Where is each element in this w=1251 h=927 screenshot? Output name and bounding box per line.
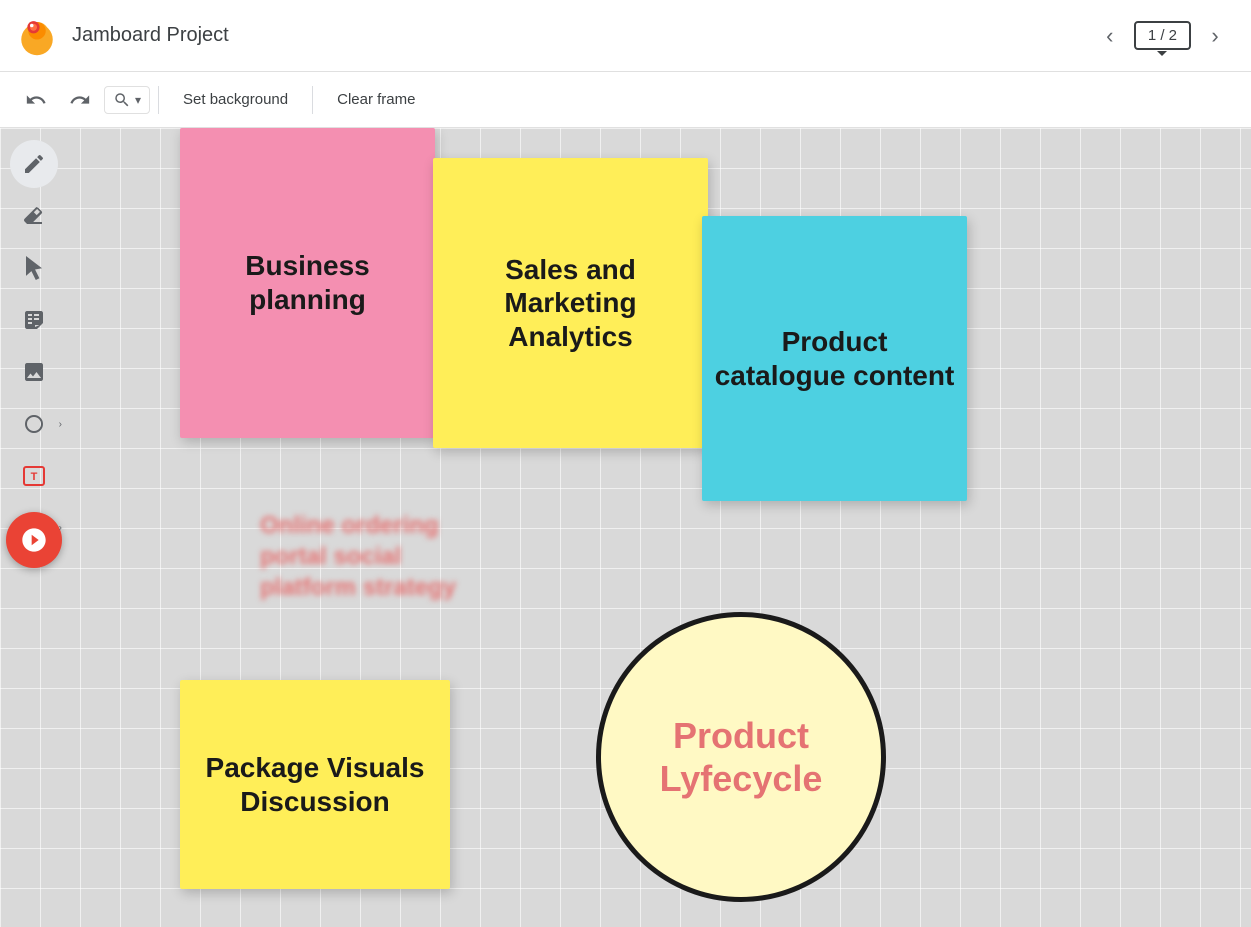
select-tool-button[interactable] — [10, 244, 58, 292]
eraser-tool-button[interactable] — [10, 192, 58, 240]
note-text-sales-marketing: Sales and Marketing Analytics — [445, 253, 696, 354]
zoom-dropdown-arrow: ▾ — [135, 93, 141, 107]
pen-tool-button[interactable]: › — [10, 140, 58, 188]
note-text-business-planning: Business planning — [192, 249, 423, 316]
prev-frame-button[interactable]: ‹ — [1090, 16, 1130, 56]
note-text-product-catalogue: Product catalogue content — [714, 325, 955, 392]
svg-text:T: T — [31, 471, 38, 483]
frame-nav-controls: ‹ 1 / 2 › — [1090, 16, 1235, 56]
sticky-note-package-visuals[interactable]: Package Visuals Discussion — [180, 680, 450, 889]
circle-product-lifecycle[interactable]: Product Lyfecycle — [596, 612, 886, 902]
canvas-area[interactable]: › › T Business planning Sales and Market… — [0, 128, 1251, 927]
text-tool-button[interactable]: T — [10, 452, 58, 500]
frame-label: 1 / 2 — [1148, 27, 1177, 44]
redo-button[interactable] — [60, 80, 100, 120]
assistant-fab-button[interactable] — [6, 512, 62, 568]
clear-frame-button[interactable]: Clear frame — [321, 83, 431, 116]
app-header: Jamboard Project ‹ 1 / 2 › — [0, 0, 1251, 72]
frame-indicator: 1 / 2 — [1134, 21, 1191, 50]
app-logo — [16, 15, 58, 57]
app-title: Jamboard Project — [72, 24, 1090, 47]
sticky-note-product-catalogue[interactable]: Product catalogue content — [702, 216, 967, 501]
set-background-button[interactable]: Set background — [167, 83, 304, 116]
image-tool-button[interactable] — [10, 348, 58, 396]
toolbar: ▾ Set background Clear frame — [0, 72, 1251, 128]
note-text-package-visuals: Package Visuals Discussion — [192, 751, 438, 818]
toolbar-separator-2 — [312, 86, 313, 114]
blurred-note: Online orderingportal socialplatform str… — [260, 510, 456, 604]
zoom-control[interactable]: ▾ — [104, 86, 150, 114]
next-frame-button[interactable]: › — [1195, 16, 1235, 56]
shape-tool-button[interactable]: › — [10, 400, 58, 448]
toolbar-separator-1 — [158, 86, 159, 114]
sticky-note-sales-marketing[interactable]: Sales and Marketing Analytics — [433, 158, 708, 448]
circle-text-product-lifecycle: Product Lyfecycle — [601, 714, 881, 800]
undo-button[interactable] — [16, 80, 56, 120]
sticky-note-business-planning[interactable]: Business planning — [180, 128, 435, 438]
sticky-note-tool-button[interactable] — [10, 296, 58, 344]
left-sidebar: › › T — [0, 128, 68, 927]
